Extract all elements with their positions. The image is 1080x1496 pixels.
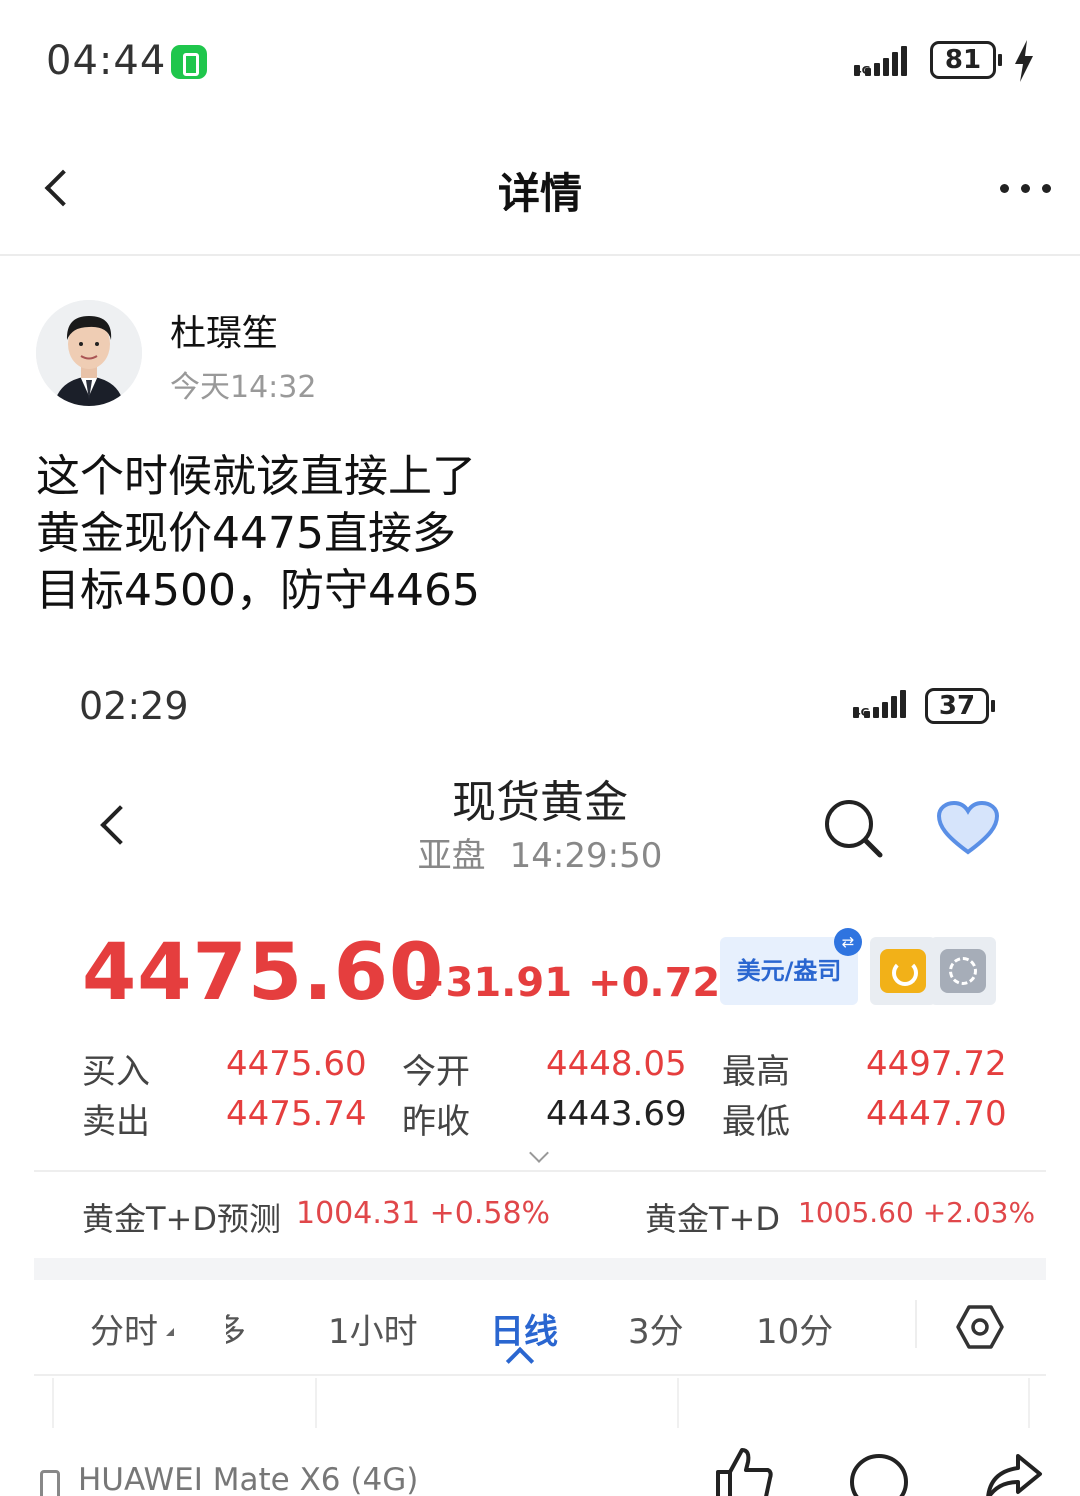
td-value: 1005.60 +2.03% xyxy=(798,1196,1036,1229)
search-icon[interactable] xyxy=(822,797,884,859)
battery-icon: 81 xyxy=(930,41,1002,79)
post-line: 目标4500，防守4465 xyxy=(36,565,480,616)
charging-icon xyxy=(1015,40,1033,82)
device-phone-icon xyxy=(40,1470,60,1496)
signal-icon: 4G xyxy=(854,46,907,76)
like-icon[interactable] xyxy=(712,1446,774,1496)
quote-label-bid: 买入 xyxy=(82,1052,150,1092)
instrument-title: 现货黄金 xyxy=(452,777,628,828)
refresh-icon xyxy=(880,949,926,993)
quote-value-bid: 4475.60 xyxy=(226,1044,367,1084)
section-gap xyxy=(34,1258,1046,1280)
tab-separator xyxy=(915,1300,917,1348)
post-body: 这个时候就该直接上了 黄金现价4475直接多 目标4500，防守4465 xyxy=(36,448,480,619)
chart-gridline xyxy=(677,1378,679,1428)
session-label: 亚盘 xyxy=(417,836,486,876)
author-name[interactable]: 杜璟笙 xyxy=(170,304,278,356)
quote-label-low: 最低 xyxy=(722,1102,790,1142)
session-clock: 14:29:50 xyxy=(509,836,663,876)
td-label[interactable]: 黄金T+D xyxy=(645,1194,780,1240)
quote-value-ask: 4475.74 xyxy=(226,1094,367,1134)
embedded-signal-icon: 4G xyxy=(853,690,906,718)
quote-label-high: 最高 xyxy=(722,1052,790,1092)
quote-value-high: 4497.72 xyxy=(866,1044,1007,1084)
divider xyxy=(34,1170,1046,1172)
converter-tool-button[interactable] xyxy=(930,937,996,1005)
td-forecast-value: 1004.31 +0.58% xyxy=(296,1196,551,1231)
post-line: 这个时候就该直接上了 xyxy=(36,451,476,502)
embedded-status-time: 02:29 xyxy=(79,684,189,728)
tab-multi[interactable]: 多 xyxy=(226,1304,256,1353)
comment-icon[interactable] xyxy=(848,1452,910,1496)
header-divider xyxy=(0,254,1080,256)
tab-1hour[interactable]: 1小时 xyxy=(328,1304,418,1353)
change-amount: +31.91 xyxy=(412,960,573,1006)
chart-settings-icon[interactable] xyxy=(956,1304,1004,1350)
tab-daily[interactable]: 日线 xyxy=(490,1304,558,1353)
chart-gridline xyxy=(52,1378,54,1428)
divider xyxy=(34,1374,1046,1376)
wechat-notification-icon xyxy=(171,45,207,79)
more-options-icon[interactable] xyxy=(1000,184,1051,193)
device-label: HUAWEI Mate X6 (4G) xyxy=(78,1462,419,1496)
embedded-battery-level: 37 xyxy=(925,688,989,724)
tab-3min[interactable]: 3分 xyxy=(628,1304,684,1353)
quote-value-low: 4447.70 xyxy=(866,1094,1007,1134)
post-line: 黄金现价4475直接多 xyxy=(36,508,456,559)
battery-level: 81 xyxy=(930,41,996,79)
share-icon[interactable] xyxy=(982,1452,1044,1496)
price-change: +31.91 +0.72% xyxy=(412,960,760,1006)
quote-label-prev-close: 昨收 xyxy=(402,1102,470,1142)
td-forecast-label[interactable]: 黄金T+D预测 xyxy=(82,1194,281,1240)
refresh-tool-button[interactable] xyxy=(870,937,936,1005)
post-time: 今天14:32 xyxy=(170,370,317,405)
tab-intraday[interactable]: 分时 xyxy=(90,1304,158,1353)
page-title: 详情 xyxy=(497,169,582,218)
quote-label-ask: 卖出 xyxy=(82,1102,150,1142)
instrument-session: 亚盘 14:29:50 xyxy=(340,828,740,877)
quote-value-open: 4448.05 xyxy=(546,1044,687,1084)
converter-icon xyxy=(940,949,986,993)
chart-gridline xyxy=(315,1378,317,1428)
quote-value-prev-close: 4443.69 xyxy=(546,1094,687,1134)
embedded-back-button[interactable] xyxy=(90,795,140,855)
avatar[interactable] xyxy=(36,300,142,406)
embedded-battery-icon: 37 xyxy=(925,688,995,724)
current-price: 4475.60 xyxy=(82,928,445,1018)
tab-10min[interactable]: 10分 xyxy=(756,1304,833,1353)
quote-label-open: 今开 xyxy=(402,1052,470,1092)
favorite-heart-icon[interactable] xyxy=(936,800,1000,856)
status-time: 04:44 xyxy=(46,38,167,84)
back-arrow-icon xyxy=(100,805,140,845)
swap-icon[interactable]: ⇄ xyxy=(834,928,862,956)
tab-dropdown-icon[interactable] xyxy=(166,1328,174,1336)
chart-gridline xyxy=(1028,1378,1030,1428)
